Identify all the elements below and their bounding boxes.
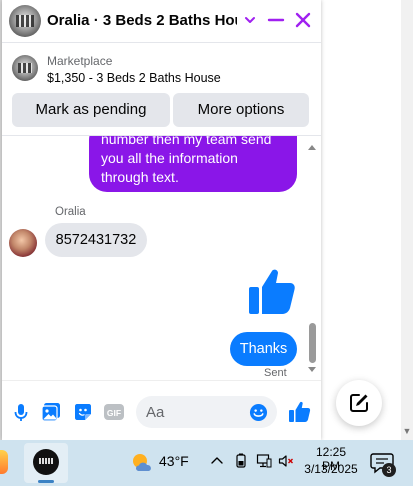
volume-muted-icon[interactable] (278, 453, 294, 469)
weather-temperature[interactable]: 43°F (159, 453, 189, 469)
page-scrollbar[interactable] (401, 0, 413, 440)
marketplace-label: Marketplace (47, 54, 113, 68)
more-options-button[interactable]: More options (173, 93, 309, 127)
gif-icon[interactable]: GIF (103, 401, 125, 423)
network-icon[interactable] (256, 453, 272, 469)
photo-icon[interactable] (40, 401, 62, 423)
active-app-indicator (38, 480, 54, 483)
taskbar-app-button[interactable] (24, 443, 68, 483)
app-icon (33, 449, 59, 475)
sender-avatar[interactable] (9, 229, 37, 257)
scroll-down-arrow-icon[interactable] (306, 365, 318, 375)
taskbar-app-icon[interactable] (0, 450, 8, 474)
message-line: you all the information (101, 150, 238, 166)
sender-name: Oralia (55, 206, 86, 218)
message-composer: GIF (2, 380, 321, 440)
notification-count-badge: 3 (382, 463, 396, 477)
scroll-up-arrow-icon[interactable] (306, 142, 318, 152)
message-line: through text. (101, 169, 179, 185)
mark-as-pending-button[interactable]: Mark as pending (12, 93, 170, 127)
emoji-icon[interactable] (249, 403, 268, 422)
chat-scrollbar[interactable] (306, 136, 318, 380)
message-line: number then my team send (101, 136, 272, 147)
thumbs-up-icon[interactable] (287, 400, 311, 424)
microphone-icon[interactable] (10, 401, 32, 423)
message-list[interactable]: number then my team send you all the inf… (2, 136, 321, 380)
close-icon[interactable] (293, 10, 313, 30)
chat-window: Oralia · 3 Beds 2 Baths Hou... Marketpla… (2, 0, 321, 440)
chevron-down-icon[interactable] (243, 12, 257, 28)
compose-icon (350, 394, 368, 412)
chat-header[interactable]: Oralia · 3 Beds 2 Baths Hou... (2, 0, 321, 42)
listing-thumbnail[interactable] (12, 55, 38, 81)
battery-icon[interactable] (233, 453, 249, 469)
weather-icon[interactable] (130, 451, 156, 475)
chat-title[interactable]: Oralia · 3 Beds 2 Baths Hou... (47, 12, 237, 29)
clock-date[interactable]: 3/13/2025 (303, 462, 359, 476)
gif-label: GIF (107, 408, 121, 418)
thumbs-up-icon (249, 269, 295, 314)
outgoing-message-bubble: number then my team send you all the inf… (89, 136, 297, 192)
screen: ▼ Oralia · 3 Beds 2 Baths Hou... Marketp… (0, 0, 413, 486)
page-scroll-down-arrow[interactable]: ▼ (401, 424, 413, 438)
background-page (322, 0, 413, 440)
show-hidden-icons-chevron-icon[interactable] (209, 453, 225, 469)
outgoing-thanks-bubble: Thanks (230, 332, 297, 366)
marketplace-panel: Marketplace $1,350 - 3 Beds 2 Baths Hous… (2, 43, 321, 136)
chat-scroll-thumb[interactable] (309, 323, 316, 363)
message-status: Sent (264, 367, 287, 379)
minimize-icon[interactable] (266, 10, 286, 30)
listing-summary[interactable]: $1,350 - 3 Beds 2 Baths House (47, 71, 221, 85)
taskbar: 43°F 12:25 PM 3/13/2025 3 (0, 440, 413, 486)
incoming-message-bubble: 8572431732 (45, 223, 147, 257)
listing-avatar[interactable] (9, 5, 41, 37)
sticker-icon[interactable] (72, 401, 94, 423)
new-message-button[interactable] (336, 380, 382, 426)
